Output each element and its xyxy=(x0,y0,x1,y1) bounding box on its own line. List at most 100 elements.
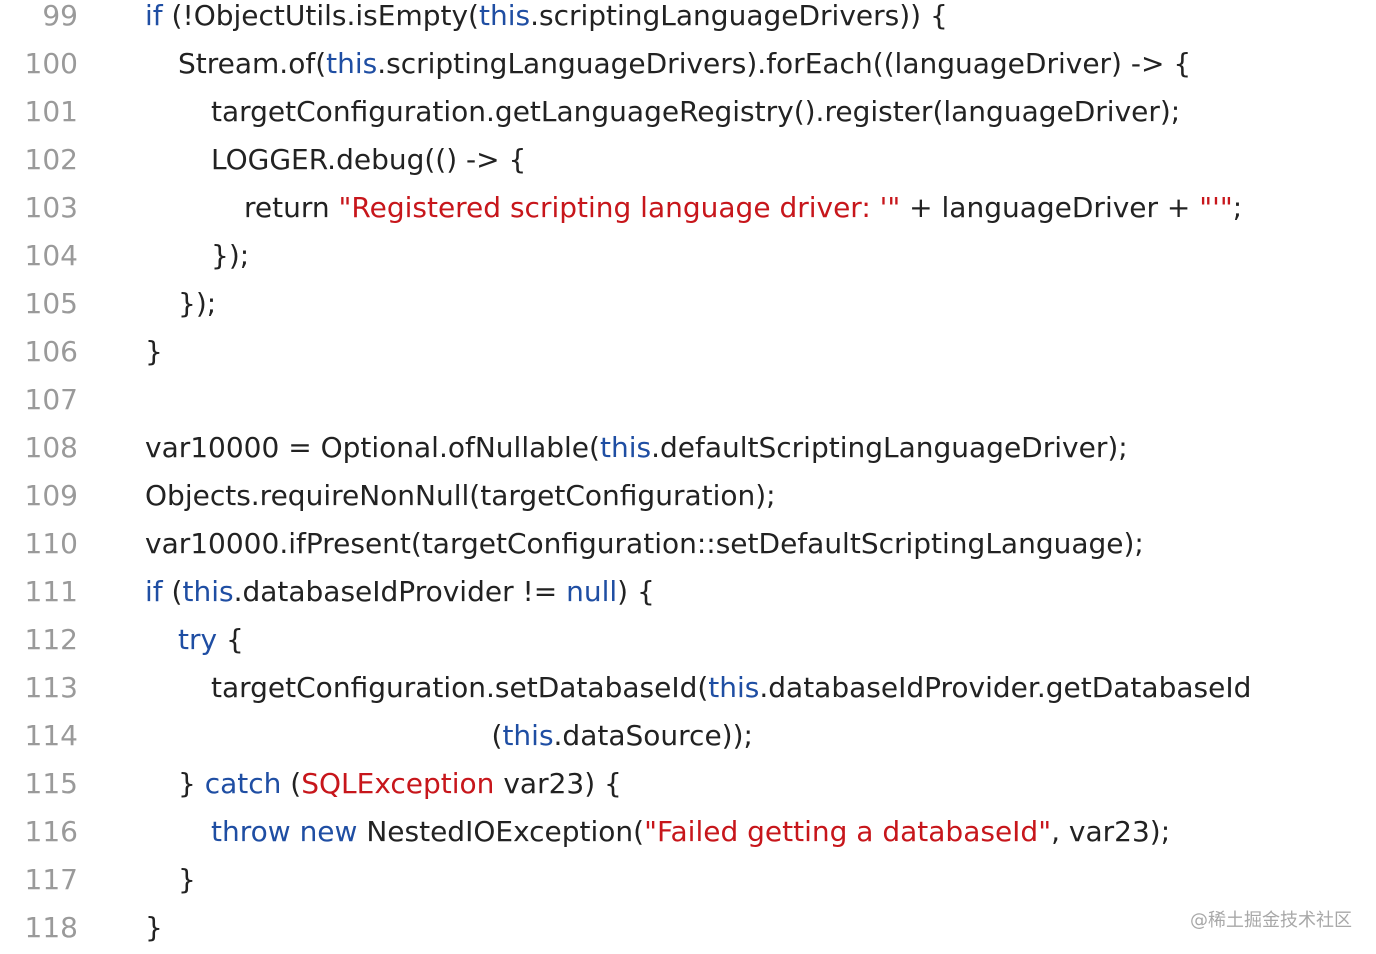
code-token: } xyxy=(145,335,163,368)
code-line: 107 xyxy=(0,376,1376,424)
code-line: 110 var10000.ifPresent(targetConfiguratio… xyxy=(0,520,1376,568)
code-token: Objects.requireNonNull(targetConfigurati… xyxy=(145,479,776,512)
code-text: } xyxy=(145,328,163,376)
line-number: 107 xyxy=(24,383,78,416)
code-token: { xyxy=(217,623,244,656)
line-number: 103 xyxy=(24,191,78,224)
line-number: 108 xyxy=(24,431,78,464)
code-token: .dataSource)); xyxy=(553,719,753,752)
code-token: .scriptingLanguageDrivers).forEach((lang… xyxy=(377,47,1192,80)
code-text: targetConfiguration.setDatabaseId(this.d… xyxy=(211,664,1251,712)
code-text: }); xyxy=(178,280,216,328)
line-number: 118 xyxy=(24,911,78,944)
code-token: }); xyxy=(211,239,250,272)
code-token: ) { xyxy=(617,575,655,608)
code-token: ( xyxy=(162,575,183,608)
code-token: } xyxy=(145,911,163,944)
code-token: return xyxy=(244,191,339,224)
code-token: var10000.ifPresent(targetConfiguration::… xyxy=(145,527,1144,560)
code-token: targetConfiguration.setDatabaseId( xyxy=(211,671,709,704)
code-token: LOGGER.debug(() -> { xyxy=(211,143,527,176)
code-line: 100 Stream.of(this.scriptingLanguageDrive… xyxy=(0,40,1376,88)
code-line: 112 try { xyxy=(0,616,1376,664)
keyword-token: new xyxy=(299,815,358,848)
code-token: + languageDriver + xyxy=(900,191,1200,224)
keyword-token: this xyxy=(708,671,760,704)
keyword-token: this xyxy=(502,719,554,752)
code-line: 106} xyxy=(0,328,1376,376)
line-number: 100 xyxy=(24,47,78,80)
keyword-token: if xyxy=(145,575,163,608)
line-number: 104 xyxy=(24,239,78,272)
code-text: targetConfiguration.getLanguageRegistry(… xyxy=(211,88,1180,136)
code-line: 113 targetConfiguration.setDatabaseId(thi… xyxy=(0,664,1376,712)
line-number: 101 xyxy=(24,95,78,128)
code-line: 104}); xyxy=(0,232,1376,280)
code-token: .defaultScriptingLanguageDriver); xyxy=(651,431,1128,464)
code-viewer: 99 if (!ObjectUtils.isEmpty(this.scriptin… xyxy=(0,0,1376,954)
code-text: LOGGER.debug(() -> { xyxy=(211,136,526,184)
code-line: 108 var10000 = Optional.ofNullable(this.d… xyxy=(0,424,1376,472)
line-number: 115 xyxy=(24,767,78,800)
code-token: ( xyxy=(281,767,302,800)
keyword-token: try xyxy=(178,623,218,656)
code-text: var10000 = Optional.ofNullable(this.defa… xyxy=(145,424,1128,472)
line-number: 99 xyxy=(42,0,78,32)
code-line: 109 Objects.requireNonNull(targetConfigur… xyxy=(0,472,1376,520)
code-line: 102 LOGGER.debug(() -> { xyxy=(0,136,1376,184)
code-token: Stream.of( xyxy=(178,47,327,80)
code-text: if (this.databaseIdProvider != null) { xyxy=(145,568,655,616)
code-line: 111 if (this.databaseIdProvider != null) … xyxy=(0,568,1376,616)
code-line: 118} xyxy=(0,904,1376,952)
code-text: } xyxy=(178,856,196,904)
code-line: 117} xyxy=(0,856,1376,904)
code-token: ; xyxy=(1232,191,1243,224)
type-token: SQLException xyxy=(301,767,495,800)
keyword-token: this xyxy=(182,575,234,608)
code-text: (this.dataSource)); xyxy=(492,712,753,760)
line-number: 109 xyxy=(24,479,78,512)
code-token: .databaseIdProvider != xyxy=(233,575,567,608)
code-token: , var23); xyxy=(1051,815,1171,848)
code-token: } xyxy=(178,863,196,896)
line-number: 106 xyxy=(24,335,78,368)
keyword-token: catch xyxy=(204,767,282,800)
line-number: 117 xyxy=(24,863,78,896)
line-number: 114 xyxy=(24,719,78,752)
code-token: targetConfiguration.getLanguageRegistry(… xyxy=(211,95,1181,128)
line-number: 113 xyxy=(24,671,78,704)
code-token: .databaseIdProvider.getDatabaseId xyxy=(759,671,1252,704)
code-text: return "Registered scripting language dr… xyxy=(244,184,1242,232)
code-line: 114 (this.dataSource)); xyxy=(0,712,1376,760)
code-token: } xyxy=(178,767,205,800)
code-token: }); xyxy=(178,287,217,320)
code-text: if (!ObjectUtils.isEmpty(this.scriptingL… xyxy=(145,0,948,40)
code-line: 105}); xyxy=(0,280,1376,328)
code-line: 103 return "Registered scripting language… xyxy=(0,184,1376,232)
code-text: } xyxy=(145,904,163,952)
code-text: }); xyxy=(211,232,249,280)
line-number: 112 xyxy=(24,623,78,656)
string-token: "Registered scripting language driver: '… xyxy=(338,191,901,224)
code-token: (!ObjectUtils.isEmpty( xyxy=(162,0,479,32)
code-token: var23) { xyxy=(494,767,622,800)
code-text: var10000.ifPresent(targetConfiguration::… xyxy=(145,520,1144,568)
keyword-token: throw xyxy=(211,815,291,848)
code-text: Stream.of(this.scriptingLanguageDrivers)… xyxy=(178,40,1191,88)
keyword-token: this xyxy=(326,47,378,80)
code-text: try { xyxy=(178,616,244,664)
line-number: 110 xyxy=(24,527,78,560)
code-text: } catch (SQLException var23) { xyxy=(178,760,622,808)
keyword-token: this xyxy=(478,0,531,32)
watermark: @稀土掘金技术社区 xyxy=(1190,910,1352,931)
code-token: var10000 = Optional.ofNullable( xyxy=(145,431,600,464)
line-number: 105 xyxy=(24,287,78,320)
code-token: .scriptingLanguageDrivers)) { xyxy=(530,0,948,32)
line-number: 102 xyxy=(24,143,78,176)
keyword-token: null xyxy=(566,575,618,608)
keyword-token: this xyxy=(599,431,652,464)
string-token: "'" xyxy=(1199,191,1233,224)
code-line: 115} catch (SQLException var23) { xyxy=(0,760,1376,808)
code-token: ( xyxy=(491,719,503,752)
